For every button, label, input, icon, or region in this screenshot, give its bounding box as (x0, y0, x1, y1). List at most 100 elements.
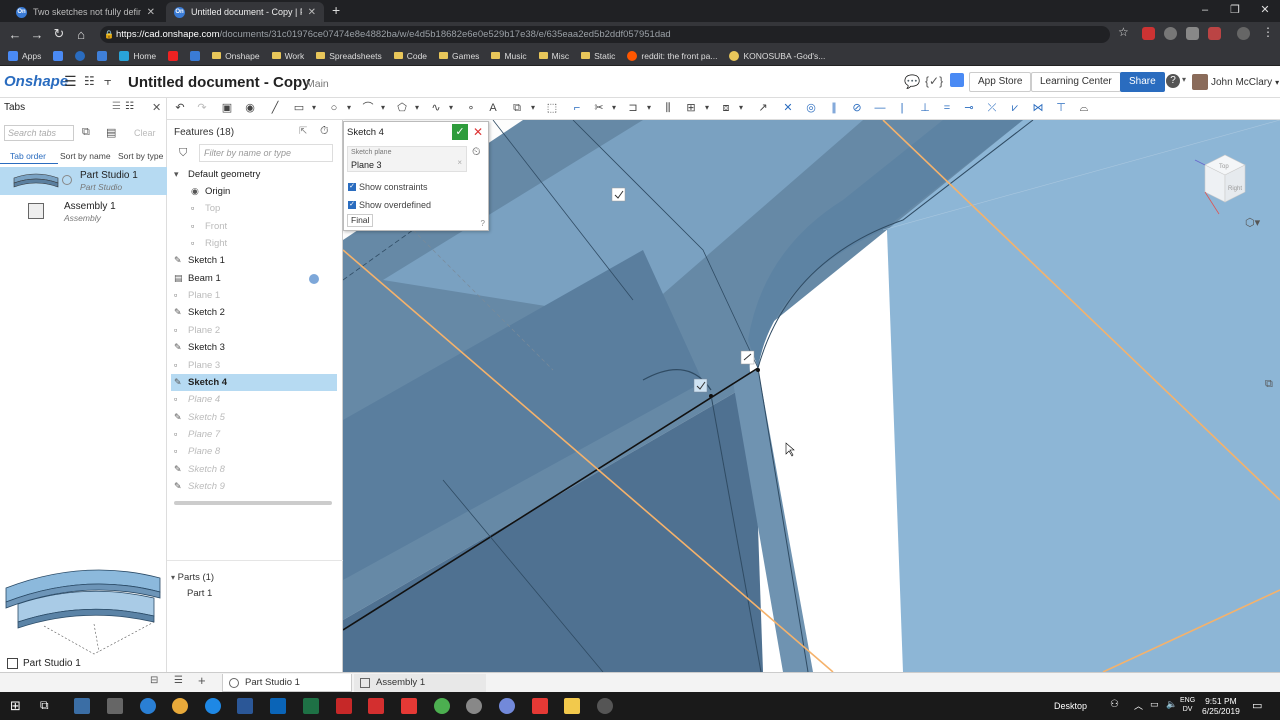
filter-icon[interactable]: ⛉ (179, 147, 187, 160)
trim-icon[interactable]: ✂ (592, 101, 606, 115)
taskbar-app-icon[interactable] (466, 698, 482, 714)
feature-item[interactable]: ✎ Sketch 1 (171, 252, 337, 269)
star-icon[interactable]: ☆ (1118, 25, 1129, 39)
bookmark[interactable] (190, 50, 201, 61)
tangent-icon[interactable]: ⊘ (850, 101, 864, 115)
normal-icon[interactable]: ⤫ (985, 101, 999, 115)
bookmark-folder[interactable]: Code (393, 51, 427, 61)
tab-assembly-1[interactable]: Assembly 1 Assembly (0, 198, 167, 226)
sketch-point[interactable] (709, 394, 713, 398)
taskbar-app-icon[interactable] (597, 698, 613, 714)
system-clock[interactable]: 9:51 PM 6/25/2019 (1202, 696, 1240, 716)
extension-icon[interactable] (1186, 27, 1199, 40)
view-options-icon[interactable]: ⬡▾ (1245, 216, 1260, 229)
workspace-name[interactable]: Main (306, 78, 329, 90)
featurescript-icon[interactable]: {✓} (925, 74, 943, 88)
cancel-button[interactable]: ✕ (471, 124, 485, 140)
polygon-icon[interactable]: ⬠ (395, 101, 409, 115)
chevron-down-icon[interactable]: ▾ (734, 101, 748, 115)
tab-part-studio-1[interactable]: Part Studio 1 Part Studio (0, 167, 167, 195)
feature-item[interactable]: ✎ Sketch 8 (171, 461, 337, 478)
insert-tab-icon[interactable]: + (198, 673, 206, 688)
forward-icon[interactable]: → (26, 27, 48, 42)
bookmark-folder[interactable]: Games (439, 51, 479, 61)
help-icon[interactable]: ? (1166, 74, 1180, 88)
bookmark-folder[interactable]: Onshape (212, 51, 260, 61)
sort-by-name[interactable]: Sort by name (60, 151, 111, 161)
app-store-button[interactable]: App Store (969, 72, 1032, 92)
feature-item[interactable]: ▫ Plane 4 (171, 391, 337, 408)
url-field[interactable]: 🔒 https://cad.onshape.com/documents/31c0… (100, 26, 1110, 43)
chevron-down-icon[interactable]: ▾ (342, 101, 356, 115)
project-icon[interactable]: ⧈ (719, 101, 733, 115)
text-icon[interactable]: A (486, 101, 500, 115)
profile-icon[interactable] (1237, 27, 1250, 40)
insert-icon[interactable]: ⫟ (104, 73, 112, 89)
curvature-icon[interactable]: ⌓ (1077, 101, 1091, 115)
default-geometry-folder[interactable]: ▾ Default geometry (171, 166, 337, 183)
accept-button[interactable]: ✓ (452, 124, 468, 140)
tab-list-icon[interactable]: ☰ (112, 101, 121, 112)
bookmark-folder[interactable]: Music (491, 51, 527, 61)
maximize-icon[interactable]: ❐ (1220, 0, 1250, 22)
taskbar-app-icon[interactable] (336, 698, 352, 714)
chevron-down-icon[interactable]: ▾ (607, 101, 621, 115)
chevron-down-icon[interactable]: ▾ (700, 101, 714, 115)
acrobat-icon[interactable] (368, 698, 384, 714)
learning-center-button[interactable]: Learning Center (1031, 72, 1121, 92)
document-title[interactable]: Untitled document - Copy (128, 74, 311, 91)
chevron-down-icon[interactable]: ▾ (410, 101, 424, 115)
point-icon[interactable]: ∘ (464, 101, 478, 115)
calculator-icon[interactable] (107, 698, 123, 714)
perpendicular-icon[interactable]: ⊥ (918, 101, 932, 115)
parts-folder[interactable]: ▾ Parts (1) (171, 572, 214, 583)
tab-part-studio-1-bottom[interactable]: Part Studio 1 (222, 674, 352, 692)
rectangle-icon[interactable]: ▭ (292, 101, 306, 115)
undo-icon[interactable]: ↶ (173, 101, 187, 115)
windows-start-icon[interactable]: ⊞ (10, 698, 21, 714)
tab-tree-icon[interactable]: ☷ (125, 101, 134, 112)
bookmark-folder[interactable]: Misc (538, 51, 569, 61)
feature-item[interactable]: ▫ Plane 8 (171, 443, 337, 460)
taskbar-app-icon[interactable] (74, 698, 90, 714)
chevron-down-icon[interactable]: ▾ (307, 101, 321, 115)
feature-item[interactable]: ◉ Origin (171, 183, 337, 200)
rollback-icon[interactable]: ⇱ (299, 126, 307, 137)
hamburger-menu-icon[interactable]: ☰ (64, 73, 77, 90)
feature-item[interactable]: ✎ Sketch 5 (171, 409, 337, 426)
bookmark-folder[interactable]: Work (271, 51, 304, 61)
part-item[interactable]: Part 1 (187, 588, 212, 599)
minimize-icon[interactable]: – (1190, 0, 1220, 22)
equal-icon[interactable]: = (940, 101, 954, 115)
dimension-icon[interactable]: ↗ (756, 101, 770, 115)
horizontal-icon[interactable]: — (873, 101, 887, 115)
network-icon[interactable]: ▭ (1150, 699, 1159, 710)
globe-icon[interactable] (205, 698, 221, 714)
user-menu[interactable]: John McClary ▾ (1192, 74, 1279, 90)
volume-icon[interactable]: 🔈 (1166, 699, 1177, 710)
share-button[interactable]: Share (1120, 72, 1165, 92)
chevron-down-icon[interactable]: ▾ (444, 101, 458, 115)
feature-item[interactable]: ✎ Sketch 9 (171, 478, 337, 495)
feature-item[interactable]: ✎ Sketch 4 (171, 373, 337, 391)
sketch-plane-field[interactable]: Sketch plane Plane 3 × (347, 146, 467, 172)
excel-icon[interactable] (303, 698, 319, 714)
back-icon[interactable]: ← (4, 27, 26, 42)
copy-icon[interactable]: ⧉ (82, 126, 90, 139)
clipboard-icon[interactable]: ▣ (220, 101, 234, 115)
reload-icon[interactable]: ↻ (48, 26, 70, 42)
close-tab-icon[interactable]: ✕ (308, 7, 316, 18)
feature-item[interactable]: ▫ Right (171, 235, 337, 252)
coincident-icon[interactable]: ✕ (781, 101, 795, 115)
bookmark[interactable] (53, 50, 64, 61)
chrome-menu-icon[interactable]: ⋮ (1262, 25, 1274, 39)
bookmark-home[interactable]: Home (119, 50, 156, 61)
search-tabs-input[interactable]: Search tabs (4, 125, 74, 141)
stopwatch-icon[interactable]: ⏱ (320, 125, 329, 138)
bookmark[interactable] (168, 50, 179, 61)
people-icon[interactable]: ⚇ (1110, 699, 1119, 710)
bookmark-reddit[interactable]: reddit: the front pa... (627, 50, 717, 61)
feature-item[interactable]: ✎ Sketch 2 (171, 304, 337, 321)
feature-item[interactable]: ▫ Plane 1 (171, 287, 337, 304)
export-icon[interactable]: ▤ (106, 126, 116, 139)
